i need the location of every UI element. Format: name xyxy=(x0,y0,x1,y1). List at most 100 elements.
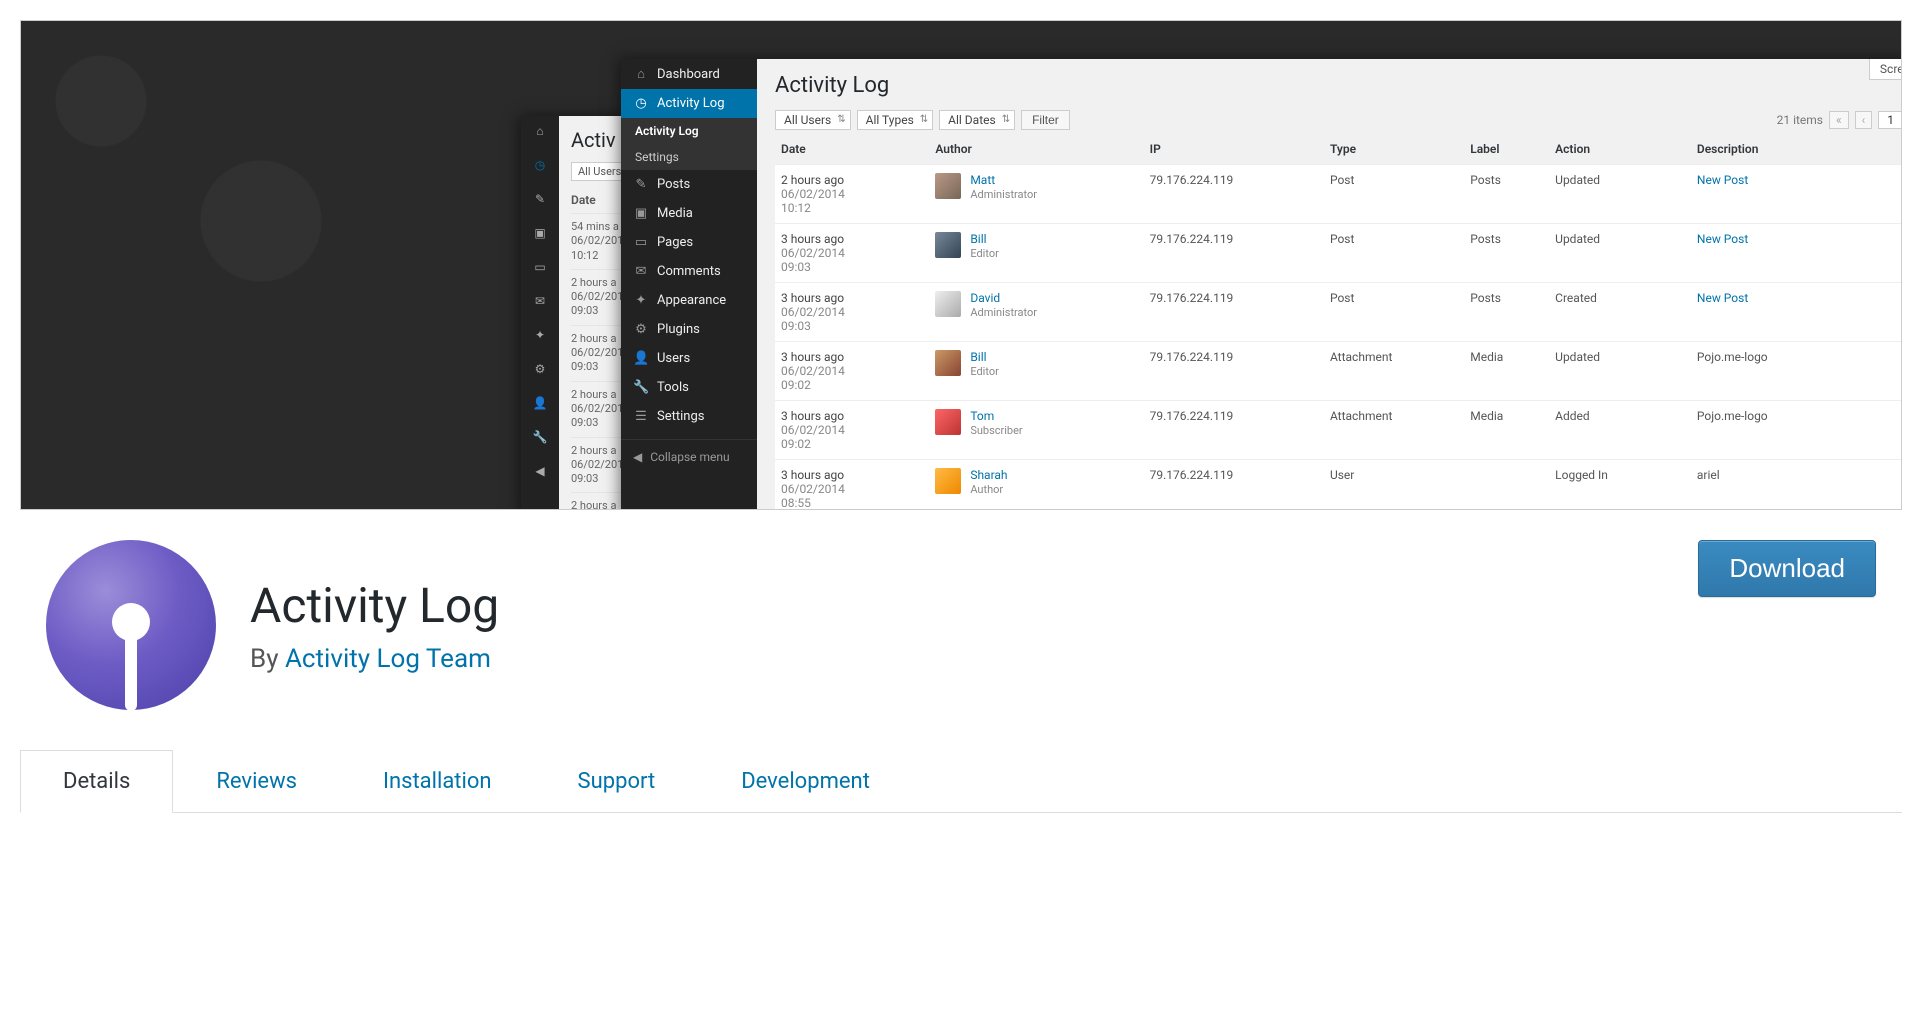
tab-reviews[interactable]: Reviews xyxy=(173,750,340,813)
collapse-icon: ◀ xyxy=(633,450,642,464)
pin-icon: ✎ xyxy=(535,192,545,206)
sidebar-item-users[interactable]: 👤Users xyxy=(621,344,757,373)
cell-action: Updated xyxy=(1549,224,1691,283)
cell-author: Tom Subscriber xyxy=(929,401,1143,460)
page-prev[interactable]: ‹ xyxy=(1855,111,1873,129)
author-link[interactable]: Sharah xyxy=(970,468,1007,482)
cell-author: Sharah Author xyxy=(929,460,1143,511)
cell-ip: 79.176.224.119 xyxy=(1144,165,1324,224)
tab-installation[interactable]: Installation xyxy=(340,750,535,813)
filter-users-select[interactable]: All Users⇅ xyxy=(775,110,851,130)
row-desc-link[interactable]: New Post xyxy=(1697,232,1748,246)
author-link[interactable]: David xyxy=(970,291,1000,305)
tab-support[interactable]: Support xyxy=(535,750,699,813)
cell-action: Created xyxy=(1549,283,1691,342)
filter-bar: All Users⇅ All Types⇅ All Dates⇅ Filter … xyxy=(775,110,1902,130)
activity-log-icon: ◷ xyxy=(633,96,649,111)
sidebar-item-label: Dashboard xyxy=(657,67,720,82)
table-row: 3 hours ago06/02/201409:02 Bill Editor 7… xyxy=(775,342,1902,401)
sidebar-sub-item[interactable]: Settings xyxy=(621,144,757,170)
filter-dates-select[interactable]: All Dates⇅ xyxy=(939,110,1015,130)
cell-author: Bill Editor xyxy=(929,224,1143,283)
plugin-author-link[interactable]: Activity Log Team xyxy=(285,644,491,674)
cell-label: Posts xyxy=(1464,224,1549,283)
sidebar-item-pages[interactable]: ▭Pages xyxy=(621,228,757,257)
cell-desc: ariel xyxy=(1691,460,1902,511)
comment-icon: ✉ xyxy=(535,294,545,308)
sidebar-item-plugins[interactable]: ⚙Plugins xyxy=(621,315,757,344)
row-desc-link[interactable]: New Post xyxy=(1697,291,1748,305)
plugin-header: Activity Log By Activity Log Team Downlo… xyxy=(20,510,1902,750)
table-row: 3 hours ago06/02/201409:02 Tom Subscribe… xyxy=(775,401,1902,460)
sidebar-item-label: Activity Log xyxy=(657,96,725,111)
sidebar-item-label: Settings xyxy=(657,409,704,424)
posts-icon: ✎ xyxy=(633,177,649,192)
author-link[interactable]: Bill xyxy=(970,232,986,246)
wp-admin-main: Scree Activity Log All Users⇅ All Types⇅… xyxy=(757,59,1902,510)
cell-type: Post xyxy=(1324,165,1464,224)
author-role: Administrator xyxy=(970,306,1037,319)
table-body: 2 hours ago06/02/201410:12 Matt Administ… xyxy=(775,165,1902,511)
author-link[interactable]: Matt xyxy=(970,173,995,187)
col-desc[interactable]: Description xyxy=(1691,134,1902,165)
collapse-menu[interactable]: ◀Collapse menu xyxy=(621,439,757,474)
items-count: 21 items xyxy=(1777,113,1823,127)
page-icon: ▭ xyxy=(534,260,545,274)
plugin-banner: ⌂ ◷ ✎ ▣ ▭ ✉ ✦ ⚙ 👤 🔧 ◀ Activ All Users Da… xyxy=(20,20,1902,510)
tab-details[interactable]: Details xyxy=(20,750,173,813)
page-first[interactable]: « xyxy=(1829,111,1849,129)
cell-label: Media xyxy=(1464,342,1549,401)
screen-options-tab[interactable]: Scree xyxy=(1869,59,1902,80)
user-icon: 👤 xyxy=(533,396,548,410)
sidebar-item-dashboard[interactable]: ⌂Dashboard xyxy=(621,59,757,89)
stepper-icon: ⇅ xyxy=(920,115,928,125)
mini-sidebar: ⌂ ◷ ✎ ▣ ▭ ✉ ✦ ⚙ 👤 🔧 ◀ xyxy=(521,116,559,510)
author-link[interactable]: Bill xyxy=(970,350,986,364)
filter-types-select[interactable]: All Types⇅ xyxy=(857,110,934,130)
cell-ip: 79.176.224.119 xyxy=(1144,283,1324,342)
tools-icon: 🔧 xyxy=(633,380,649,395)
cell-type: Attachment xyxy=(1324,401,1464,460)
author-link[interactable]: Tom xyxy=(970,409,994,423)
cell-desc: New Post xyxy=(1691,283,1902,342)
cell-desc: New Post xyxy=(1691,165,1902,224)
col-label[interactable]: Label xyxy=(1464,134,1549,165)
author-role: Editor xyxy=(970,247,999,260)
download-button[interactable]: Download xyxy=(1698,540,1876,597)
page-current[interactable]: 1 xyxy=(1878,111,1902,129)
row-desc-link[interactable]: New Post xyxy=(1697,173,1748,187)
plugin-title-block: Activity Log By Activity Log Team xyxy=(250,577,499,674)
cell-date: 3 hours ago06/02/201409:03 xyxy=(775,224,929,283)
users-icon: 👤 xyxy=(633,351,649,366)
cell-type: Attachment xyxy=(1324,342,1464,401)
sidebar-item-comments[interactable]: ✉Comments xyxy=(621,257,757,286)
sidebar-item-settings[interactable]: ☰Settings xyxy=(621,402,757,431)
col-ip[interactable]: IP xyxy=(1144,134,1324,165)
col-action[interactable]: Action xyxy=(1549,134,1691,165)
sidebar-sub-item[interactable]: Activity Log xyxy=(621,118,757,144)
sidebar-item-posts[interactable]: ✎Posts xyxy=(621,170,757,199)
sidebar-item-tools[interactable]: 🔧 Tools xyxy=(621,373,757,402)
plugin-icon: ⚙ xyxy=(535,362,546,376)
filter-button[interactable]: Filter xyxy=(1021,110,1070,130)
sidebar-item-label: Plugins xyxy=(657,322,700,337)
sidebar-item-media[interactable]: ▣Media xyxy=(621,199,757,228)
comments-icon: ✉ xyxy=(633,264,649,279)
sidebar-item-activity-log[interactable]: ◷ Activity Log xyxy=(621,89,757,118)
sidebar-item-label: Pages xyxy=(657,235,693,250)
plugin-byline: By Activity Log Team xyxy=(250,644,499,674)
cell-ip: 79.176.224.119 xyxy=(1144,342,1324,401)
cell-type: Post xyxy=(1324,283,1464,342)
sidebar-item-appearance[interactable]: ✦Appearance xyxy=(621,286,757,315)
row-desc: Pojo.me-logo xyxy=(1697,350,1768,364)
col-type[interactable]: Type xyxy=(1324,134,1464,165)
cell-label xyxy=(1464,460,1549,511)
col-author[interactable]: Author xyxy=(929,134,1143,165)
cell-author: Bill Editor xyxy=(929,342,1143,401)
cell-ip: 79.176.224.119 xyxy=(1144,224,1324,283)
cell-label: Posts xyxy=(1464,283,1549,342)
tab-development[interactable]: Development xyxy=(698,750,913,813)
cell-action: Logged In xyxy=(1549,460,1691,511)
col-date[interactable]: Date xyxy=(775,134,929,165)
sidebar-item-label: Tools xyxy=(657,380,689,395)
